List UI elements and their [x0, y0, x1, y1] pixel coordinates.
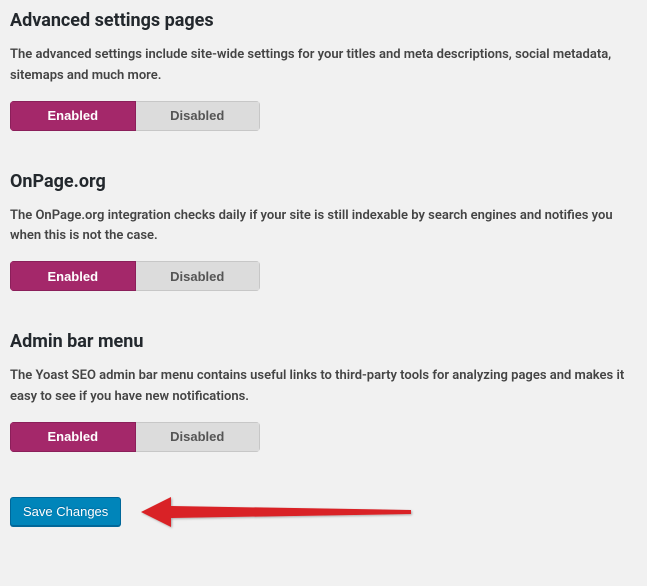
section-description: The Yoast SEO admin bar menu contains us…: [10, 366, 637, 408]
section-description: The OnPage.org integration checks daily …: [10, 206, 637, 248]
toggle-enabled-button[interactable]: Enabled: [10, 261, 136, 291]
section-heading: OnPage.org: [10, 171, 637, 192]
toggle-enabled-button[interactable]: Enabled: [10, 101, 136, 131]
annotation-arrow-icon: [141, 492, 421, 532]
toggle-disabled-button[interactable]: Disabled: [136, 422, 261, 452]
section-heading: Admin bar menu: [10, 331, 637, 352]
toggle-onpage-org: Enabled Disabled: [10, 261, 260, 291]
toggle-admin-bar-menu: Enabled Disabled: [10, 422, 260, 452]
toggle-disabled-button[interactable]: Disabled: [136, 101, 261, 131]
save-changes-button[interactable]: Save Changes: [10, 497, 121, 526]
section-description: The advanced settings include site-wide …: [10, 45, 637, 87]
toggle-disabled-button[interactable]: Disabled: [136, 261, 261, 291]
section-onpage-org: OnPage.org The OnPage.org integration ch…: [10, 171, 637, 292]
section-heading: Advanced settings pages: [10, 10, 637, 31]
toggle-enabled-button[interactable]: Enabled: [10, 422, 136, 452]
section-advanced-settings: Advanced settings pages The advanced set…: [10, 10, 637, 131]
section-admin-bar-menu: Admin bar menu The Yoast SEO admin bar m…: [10, 331, 637, 452]
save-area: Save Changes: [10, 492, 637, 532]
toggle-advanced-settings: Enabled Disabled: [10, 101, 260, 131]
